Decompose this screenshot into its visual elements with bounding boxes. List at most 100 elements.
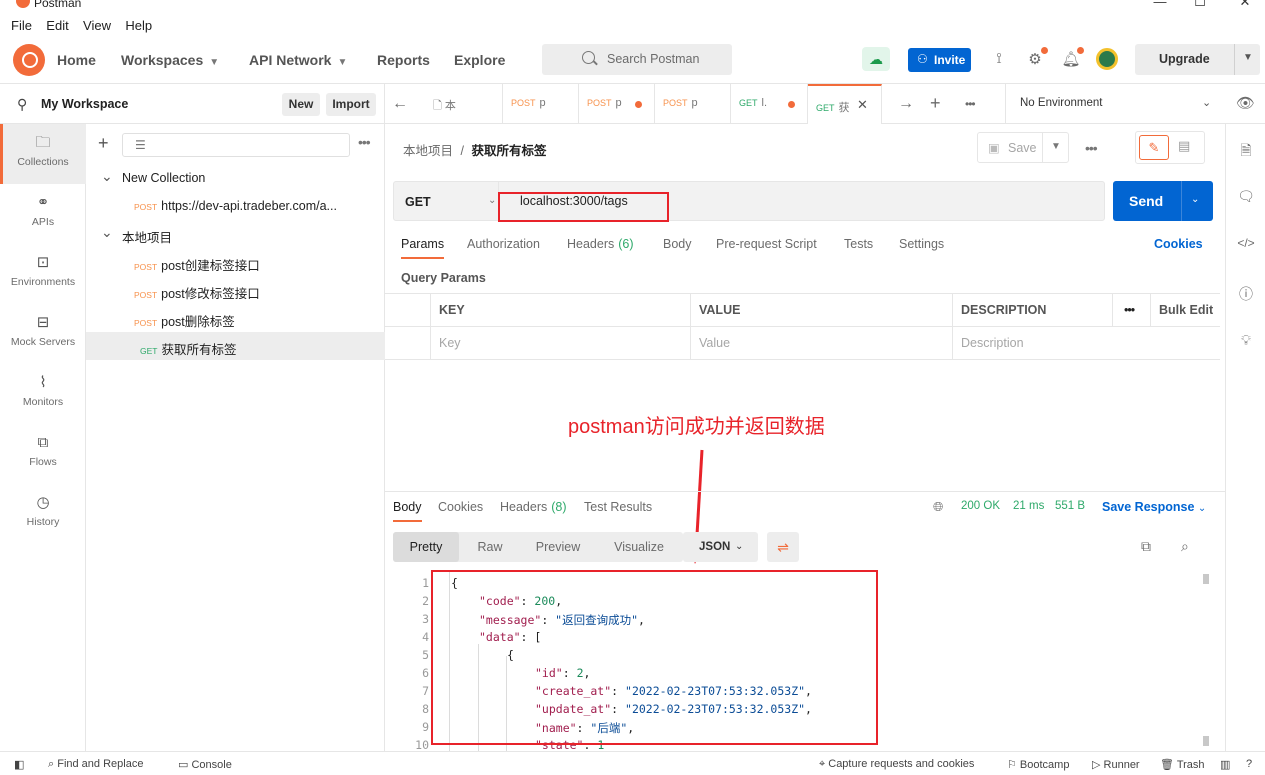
environment-eye-icon[interactable]: 👁︎ [1236, 94, 1255, 112]
tree-request[interactable]: POST post创建标签接口 [86, 248, 385, 276]
globe-icon[interactable]: 🌐︎ [933, 499, 943, 515]
format-raw[interactable]: Raw [461, 532, 519, 562]
request-tab[interactable]: GET l. [731, 84, 808, 124]
nav-workspaces[interactable]: Workspaces ▼ [121, 52, 219, 68]
tree-request[interactable]: POST post修改标签接口 [86, 276, 385, 304]
method-select[interactable]: GET [405, 195, 431, 209]
save-button[interactable]: ▣ Save ▼ [977, 132, 1069, 163]
format-preview[interactable]: Preview [521, 532, 595, 562]
rail-item-collections[interactable]: 🗀 Collections [0, 124, 86, 184]
request-tab[interactable]: POST p [655, 84, 731, 124]
nav-explore[interactable]: Explore [454, 52, 505, 68]
chevron-down-icon[interactable]: ⌄ [101, 168, 113, 185]
environment-select[interactable]: No Environment ⌄ [1005, 84, 1225, 124]
tab-body[interactable]: Body [663, 237, 692, 251]
nav-api-network[interactable]: API Network ▼ [249, 52, 347, 68]
find-replace-button[interactable]: ⌕ Find and Replace [48, 758, 143, 771]
rail-item-environments[interactable]: ⊡ Environments [0, 244, 86, 304]
filter-input[interactable]: ☰ [122, 133, 350, 157]
tab-settings[interactable]: Settings [899, 237, 944, 251]
rail-item-flows[interactable]: ⧉ Flows [0, 424, 86, 484]
documentation-icon[interactable]: 🗎 [1226, 140, 1265, 164]
chevron-down-icon[interactable]: ▼ [1051, 141, 1061, 152]
sidebar-toggle-icon[interactable]: ◧ [14, 758, 24, 771]
avatar[interactable] [1096, 48, 1118, 70]
minimize-button[interactable]: — [1140, 0, 1180, 10]
workspace-name[interactable]: My Workspace [41, 97, 128, 111]
scrollbar[interactable] [1203, 574, 1209, 584]
send-button[interactable]: Send ⌄ [1113, 181, 1213, 221]
param-value-input[interactable]: Value [690, 327, 952, 360]
rail-item-mock-servers[interactable]: ⊟ Mock Servers [0, 304, 86, 364]
trash-button[interactable]: 🗑︎ Trash [1160, 758, 1205, 771]
close-tab-icon[interactable]: ✕ [857, 97, 868, 113]
rail-item-history[interactable]: ◷ History [0, 484, 86, 544]
request-tab[interactable]: POST p [579, 84, 655, 124]
param-description-input[interactable]: Description [952, 327, 1220, 360]
code-icon[interactable]: </> [1226, 236, 1265, 250]
chevron-down-icon[interactable]: ⌄ [488, 195, 496, 206]
tab-headers[interactable]: Headers (6) [567, 237, 634, 251]
response-tab-headers[interactable]: Headers (8) [500, 500, 567, 514]
tree-request[interactable]: POST post删除标签 [86, 304, 385, 332]
menu-edit[interactable]: Edit [46, 18, 68, 33]
bulk-edit-link[interactable]: Bulk Edit [1159, 303, 1213, 317]
postman-logo-icon[interactable] [13, 44, 45, 76]
format-visualize[interactable]: Visualize [597, 532, 681, 562]
maximize-button[interactable]: ☐ [1180, 0, 1220, 10]
tree-request[interactable]: POST https://dev-api.tradeber.com/a... [86, 192, 385, 220]
plus-icon[interactable]: + [98, 133, 109, 154]
chevron-down-icon[interactable]: ▼ [1243, 52, 1253, 63]
param-key-input[interactable]: Key [430, 327, 690, 360]
request-tab[interactable]: 🗋︎ 本 [425, 84, 503, 124]
scrollbar-bottom[interactable] [1203, 736, 1209, 746]
format-pretty[interactable]: Pretty [393, 532, 459, 562]
tab-pre-request-script[interactable]: Pre-request Script [716, 237, 817, 251]
info-icon[interactable]: ⓘ [1226, 284, 1265, 304]
close-button[interactable]: ✕ [1225, 0, 1265, 10]
tab-authorization[interactable]: Authorization [467, 237, 540, 251]
comment-view-icon[interactable]: ▤ [1178, 138, 1190, 154]
response-tab-cookies[interactable]: Cookies [438, 500, 483, 514]
new-tab-plus-icon[interactable]: + [930, 93, 941, 114]
request-tab[interactable]: GET 获 ✕ [808, 84, 882, 124]
satellite-icon[interactable]: ⟟ [989, 50, 1009, 70]
chevron-down-icon[interactable]: ⌄ [1191, 194, 1199, 205]
invite-button[interactable]: ⚇ Invite [908, 48, 971, 72]
rail-item-monitors[interactable]: ⌇ Monitors [0, 364, 86, 424]
tab-options-icon[interactable]: ••• [965, 97, 976, 111]
menu-help[interactable]: Help [125, 18, 152, 33]
two-pane-icon[interactable]: ▥ [1220, 758, 1230, 771]
bootcamp-button[interactable]: ⚐ Bootcamp [1007, 758, 1069, 771]
more-options-icon[interactable]: ••• [1124, 303, 1135, 317]
arrow-left-icon[interactable]: ← [392, 95, 408, 113]
search-icon[interactable]: ⌕ [1181, 538, 1189, 555]
copy-icon[interactable]: ⧉ [1141, 538, 1151, 555]
arrow-right-icon[interactable]: → [898, 95, 914, 113]
lightbulb-icon[interactable]: 💡︎ [1226, 332, 1265, 349]
tab-params[interactable]: Params [401, 237, 445, 259]
status-code[interactable]: 200 OK [961, 500, 1000, 512]
edit-pencil-icon[interactable]: ✎ [1139, 135, 1169, 160]
breadcrumb-parent[interactable]: 本地项目 [403, 144, 453, 158]
breadcrumb-current[interactable]: 获取所有标签 [471, 144, 546, 158]
more-options-icon[interactable]: ••• [358, 134, 371, 150]
comments-icon[interactable]: 🗨 [1226, 188, 1265, 205]
format-type-select[interactable]: JSON ⌄ [683, 532, 758, 562]
capture-button[interactable]: ⌖ Capture requests and cookies [819, 758, 974, 771]
chevron-down-icon[interactable]: ⌄ [101, 224, 113, 241]
upgrade-button[interactable]: Upgrade ▼ [1135, 44, 1260, 75]
cookies-link[interactable]: Cookies [1154, 237, 1203, 251]
save-response-button[interactable]: Save Response ⌄ [1102, 500, 1206, 514]
more-options-icon[interactable]: ••• [1085, 140, 1098, 156]
nav-reports[interactable]: Reports [377, 52, 430, 68]
new-button[interactable]: New [282, 93, 320, 116]
tree-folder[interactable]: ⌄ New Collection [86, 164, 385, 192]
response-size[interactable]: 551 B [1055, 500, 1085, 512]
tab-tests[interactable]: Tests [844, 237, 873, 251]
rail-item-apis[interactable]: ⚭ APIs [0, 184, 86, 244]
import-button[interactable]: Import [326, 93, 376, 116]
menu-file[interactable]: File [11, 18, 32, 33]
sync-status-icon[interactable]: ☁ [862, 47, 890, 71]
request-tab[interactable]: POST p [503, 84, 579, 124]
